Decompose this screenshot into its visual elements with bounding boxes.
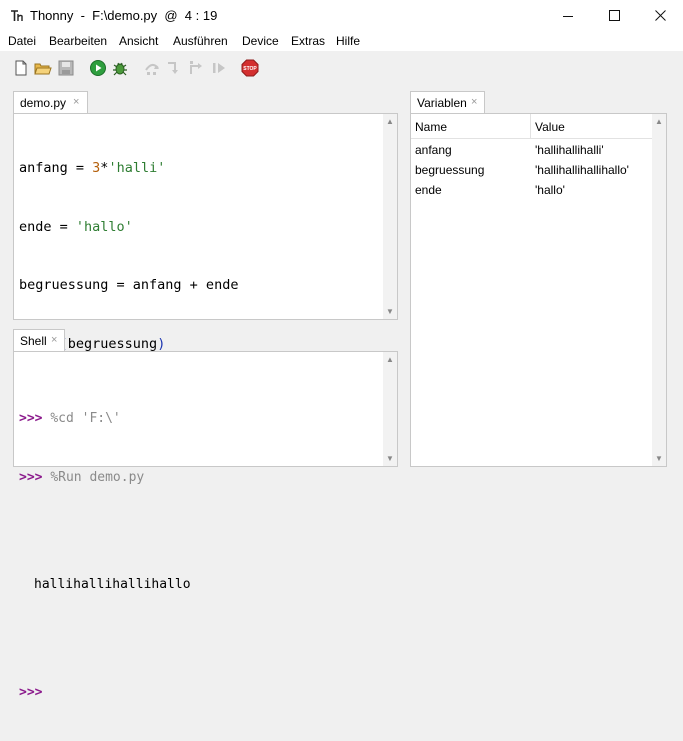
shell-command-line: >>> %Run demo.py [19,469,145,485]
thonny-app-icon [11,10,23,21]
close-tab-icon[interactable]: × [51,334,57,346]
variable-value: 'hallo' [535,183,565,197]
variable-name: begruessung [415,163,485,177]
scroll-up-icon[interactable]: ▲ [386,355,394,364]
table-row[interactable]: begruessung 'hallihallihallihallo' [411,161,652,181]
scroll-up-icon[interactable]: ▲ [386,117,394,126]
shell-output: hallihallihallihallo [34,577,191,592]
menu-bar: Datei Bearbeiten Ansicht Ausführen Devic… [0,31,683,51]
run-icon[interactable] [89,59,107,77]
table-row[interactable]: ende 'hallo' [411,181,652,201]
variable-value: 'hallihallihalli' [535,143,604,157]
code-line-2: ende = 'hallo' [19,218,133,235]
step-over-icon[interactable] [143,59,161,77]
open-file-icon[interactable] [34,59,52,77]
maximize-button[interactable] [591,0,637,31]
variable-name: anfang [415,143,452,157]
variables-scrollbar[interactable]: ▲ ▼ [652,114,666,466]
shell-command-line: >>> %cd 'F:\' [19,411,121,426]
step-out-icon[interactable] [187,59,205,77]
code-editor[interactable]: anfang = 3*'halli' ende = 'hallo' begrue… [13,113,398,352]
tab-label: Shell [20,334,47,348]
stop-icon[interactable]: STOP [241,59,259,77]
menu-datei[interactable]: Datei [8,34,36,48]
variables-panel: Name Value anfang 'hallihallihalli' begr… [410,113,667,467]
svg-text:STOP: STOP [243,66,257,72]
variable-name: ende [415,183,442,197]
close-icon [654,10,666,21]
column-divider[interactable] [530,114,531,138]
minimize-icon [563,15,573,17]
scroll-down-icon[interactable]: ▼ [655,454,663,463]
column-header-value[interactable]: Value [535,120,565,134]
toolbar: STOP [0,51,683,87]
scroll-down-icon[interactable]: ▼ [386,307,394,316]
table-row[interactable]: anfang 'hallihallihalli' [411,141,652,161]
code-line-3: begruessung = anfang + ende [19,277,239,293]
variable-value: 'hallihallihallihallo' [535,163,629,177]
column-header-name[interactable]: Name [415,120,447,134]
shell-prompt-line[interactable]: >>> [19,683,191,703]
maximize-icon [608,10,620,21]
close-tab-icon[interactable]: × [471,96,477,108]
variables-list: anfang 'hallihallihalli' begruessung 'ha… [411,141,652,201]
shell-panel[interactable]: >>> %cd 'F:\' >>> %Run demo.py hallihall… [13,351,398,700]
menu-bearbeiten[interactable]: Bearbeiten [49,34,107,48]
title-bar: Thonny - F:\demo.py @ 4 : 19 [0,0,683,31]
menu-ausfuehren[interactable]: Ausführen [173,34,228,48]
shell-text[interactable]: >>> %cd 'F:\' >>> %Run demo.py hallihall… [19,370,191,741]
window-title: Thonny - F:\demo.py @ 4 : 19 [30,8,218,23]
tab-demo-py[interactable]: demo.py × [13,91,88,113]
debug-icon[interactable] [111,59,129,77]
menu-device[interactable]: Device [242,34,279,48]
close-tab-icon[interactable]: × [73,96,79,108]
scroll-up-icon[interactable]: ▲ [655,117,663,126]
menu-ansicht[interactable]: Ansicht [119,34,158,48]
menu-extras[interactable]: Extras [291,34,325,48]
tab-label: demo.py [20,96,67,110]
new-file-icon[interactable] [12,59,30,77]
close-window-button[interactable] [637,0,683,31]
resume-icon[interactable] [210,59,228,77]
scroll-down-icon[interactable]: ▼ [386,454,394,463]
save-icon[interactable] [57,59,75,77]
editor-scrollbar[interactable]: ▲ ▼ [383,114,397,319]
code-line-1: anfang = 3*'halli' [19,160,166,176]
step-into-icon[interactable] [165,59,183,77]
shell-scrollbar[interactable]: ▲ ▼ [383,352,397,466]
menu-hilfe[interactable]: Hilfe [336,34,360,48]
variables-header: Name Value [411,114,652,139]
minimize-button[interactable] [545,0,591,31]
tab-label: Variablen [417,96,467,110]
tab-shell[interactable]: Shell × [13,329,65,351]
tab-variables[interactable]: Variablen × [410,91,485,113]
